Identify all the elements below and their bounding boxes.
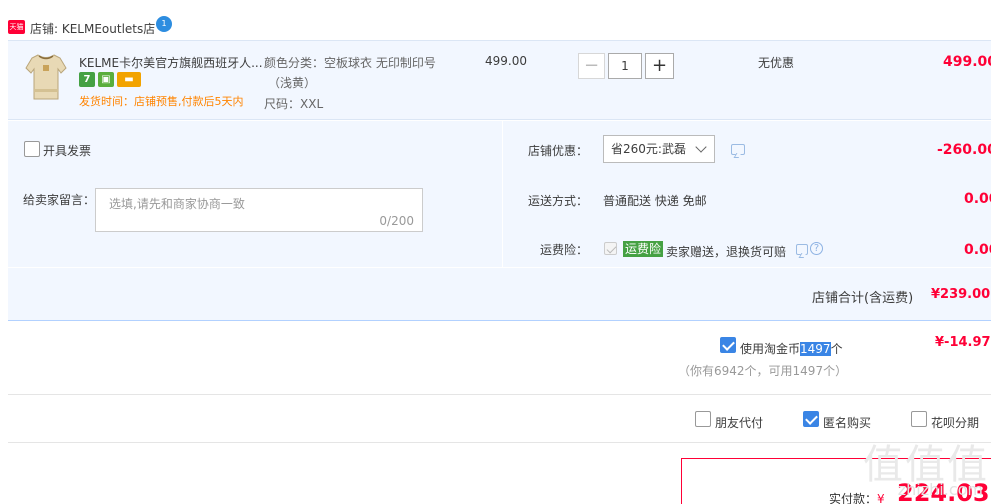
order-item-row: KELME卡尔美官方旗舰西班牙人... 7 ▣ ▬ 发货时间：店铺预售,付款后5… (8, 40, 991, 120)
wangwang-chat-icon[interactable]: 1 (156, 16, 172, 32)
insurance-label: 运费险： (540, 243, 589, 257)
section-divider (8, 394, 991, 395)
invoice-label: 开具发票 (43, 144, 92, 158)
quantity-input[interactable]: 1 (608, 53, 642, 79)
item-subtotal: 499.00 (943, 54, 991, 70)
anonymous-purchase-checkbox[interactable] (803, 411, 819, 427)
seven-day-return-icon[interactable]: 7 (79, 72, 95, 87)
pay-label: 实付款：¥ (829, 492, 885, 504)
credit-card-icon[interactable]: ▬ (117, 72, 141, 87)
unit-price: 499.00 (485, 54, 527, 68)
coin-count: 1497 (800, 342, 831, 356)
shop-coupon-amount: -260.00 (937, 142, 991, 158)
shipping-label: 运送方式： (528, 194, 589, 208)
sku-size: 尺码：XXL (264, 97, 324, 111)
insurance-amount: 0.00 (964, 242, 991, 258)
coin-discount-amount: ¥-14.97 (935, 335, 991, 350)
huabei-installment-checkbox[interactable] (911, 411, 927, 427)
quantity-decrease-button[interactable]: − (578, 53, 605, 79)
sku-color: 颜色分类：空板球衣 无印制印号 (264, 56, 436, 70)
options-divider (502, 121, 503, 267)
jersey-image-icon (25, 54, 67, 100)
product-title-link[interactable]: KELME卡尔美官方旗舰西班牙人... (79, 54, 263, 71)
shop-coupon-select[interactable]: 省260元:武磊 (603, 135, 715, 163)
sku-color-detail: （浅黄） (268, 76, 317, 90)
shop-coupon-value: 省260元:武磊 (611, 142, 686, 156)
chevron-down-icon (695, 141, 707, 153)
insurance-checkbox (604, 242, 617, 255)
friend-pay-label: 朋友代付 (715, 416, 764, 430)
coin-balance-hint: （你有6942个，可用1497个） (678, 364, 848, 378)
order-options-panel: 开具发票 给卖家留言： 选填,请先和商家协商一致 0/200 店铺优惠： 省26… (8, 121, 991, 321)
tmall-badge: 天猫 (8, 20, 25, 34)
anonymous-purchase-label: 匿名购买 (823, 416, 872, 430)
watermark-url: zhizhi.com (897, 480, 983, 499)
shop-name-link[interactable]: 店铺: KELMEoutlets店 (30, 20, 155, 37)
quantity-increase-button[interactable]: + (645, 53, 674, 79)
shipping-amount: 0.00 (964, 191, 991, 207)
message-char-count: 0/200 (379, 214, 414, 228)
help-icon[interactable]: ? (810, 242, 823, 255)
huabei-installment-label: 花呗分期 (931, 416, 980, 430)
ship-time-note: 发货时间：店铺预售,付款后5天内 (79, 95, 244, 108)
use-coins-checkbox[interactable] (720, 337, 736, 353)
options-separator (8, 267, 991, 268)
product-thumbnail[interactable] (24, 51, 68, 103)
use-coins-label: 使用淘金币1497个 (740, 342, 843, 356)
comment-icon[interactable] (796, 244, 808, 255)
message-label: 给卖家留言： (23, 193, 96, 207)
shop-coupon-label: 店铺优惠： (528, 144, 589, 158)
section-divider (8, 442, 991, 443)
shop-total-label: 店铺合计(含运费) (812, 291, 914, 306)
quality-guarantee-icon[interactable]: ▣ (98, 72, 114, 87)
comment-icon[interactable] (731, 144, 745, 155)
item-discount: 无优惠 (758, 56, 795, 70)
message-placeholder: 选填,请先和商家协商一致 (109, 197, 245, 211)
invoice-checkbox[interactable] (24, 141, 40, 157)
shipping-method: 普通配送 快递 免邮 (603, 194, 707, 208)
insurance-text: 卖家赠送，退换货可赔 (666, 245, 787, 259)
friend-pay-checkbox[interactable] (695, 411, 711, 427)
shop-total-amount: ¥239.00 (931, 287, 991, 302)
seller-message-field[interactable]: 选填,请先和商家协商一致 0/200 (95, 188, 423, 232)
insurance-tag: 运费险 (623, 241, 664, 257)
